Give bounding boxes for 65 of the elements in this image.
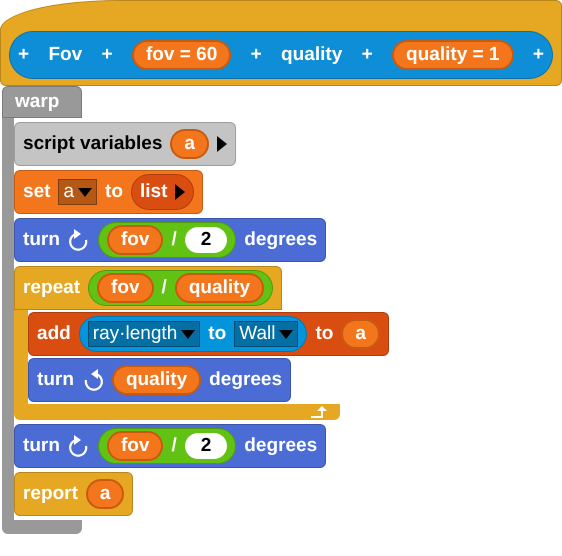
variable-reporter[interactable]: quality bbox=[112, 365, 202, 395]
parameter-pill[interactable]: quality = 1 bbox=[392, 40, 514, 70]
dropdown-arrow-icon bbox=[78, 188, 92, 196]
parameter-pill[interactable]: fov = 60 bbox=[132, 40, 232, 70]
number-slot[interactable]: 2 bbox=[184, 227, 228, 253]
dropdown-slot[interactable]: ray·length bbox=[88, 321, 200, 347]
variable-reporter[interactable]: fov bbox=[106, 431, 164, 461]
variable-reporter[interactable]: quality bbox=[174, 273, 264, 303]
block-label: / bbox=[171, 434, 177, 458]
block-label: report bbox=[23, 482, 78, 506]
variable-reporter[interactable]: a bbox=[341, 319, 380, 349]
reporter-block[interactable]: fov / quality bbox=[88, 270, 274, 306]
command-block[interactable]: turn fov / 2 degrees bbox=[14, 218, 326, 262]
block-label: repeat bbox=[23, 276, 80, 300]
expand-arrow-icon[interactable] bbox=[217, 136, 227, 152]
add-input-sign[interactable]: + bbox=[250, 40, 262, 70]
add-input-sign[interactable]: + bbox=[532, 40, 544, 70]
block-label: Fov bbox=[48, 42, 82, 67]
block-label: turn bbox=[37, 368, 74, 392]
add-input-sign[interactable]: + bbox=[18, 40, 30, 70]
block-label: to bbox=[105, 180, 123, 204]
reporter-block[interactable]: fov / 2 bbox=[98, 222, 236, 258]
block-label: set bbox=[23, 180, 50, 204]
variable-reporter[interactable]: fov bbox=[97, 273, 154, 303]
dropdown-arrow-icon bbox=[279, 330, 294, 338]
hat-block[interactable]: + Fov + fov = 60 + quality + quality = 1 + bbox=[0, 0, 562, 86]
block-prototype[interactable]: + Fov + fov = 60 + quality + quality = 1 + bbox=[9, 31, 553, 79]
command-block[interactable]: set a to list bbox=[14, 170, 204, 214]
block-label: to bbox=[208, 322, 226, 346]
block-label: to bbox=[315, 322, 334, 346]
dropdown-slot[interactable]: Wall bbox=[234, 321, 298, 347]
command-block[interactable]: add ray·length to Wall to a bbox=[28, 312, 389, 356]
variable-reporter[interactable]: fov bbox=[106, 225, 164, 255]
command-block[interactable]: repeat fov / quality bbox=[14, 266, 282, 310]
reporter-block[interactable]: fov / 2 bbox=[98, 428, 236, 464]
dropdown-arrow-icon bbox=[181, 330, 196, 338]
block-label: script variables bbox=[23, 132, 162, 156]
block-label: list bbox=[140, 180, 168, 204]
block-label: warp bbox=[15, 90, 60, 114]
dropdown-slot[interactable]: a bbox=[58, 179, 98, 205]
number-slot[interactable]: 2 bbox=[184, 433, 228, 459]
command-block[interactable]: report a bbox=[14, 472, 134, 516]
block-label: turn bbox=[23, 434, 60, 458]
variable-reporter[interactable]: a bbox=[170, 129, 209, 159]
block-label: add bbox=[37, 322, 71, 346]
reporter-block[interactable]: ray·length to Wall bbox=[78, 316, 308, 352]
reporter-block[interactable]: list bbox=[130, 174, 194, 210]
block-label: / bbox=[171, 228, 177, 252]
block-label: degrees bbox=[244, 434, 318, 458]
block-label: / bbox=[162, 276, 167, 300]
block-label: turn bbox=[23, 228, 60, 252]
variable-reporter[interactable]: a bbox=[86, 479, 124, 509]
block-label: degrees bbox=[244, 228, 318, 252]
command-block[interactable]: turn quality degrees bbox=[28, 358, 292, 402]
block-label: quality bbox=[281, 42, 342, 67]
block-label: degrees bbox=[209, 368, 282, 392]
clockwise-icon bbox=[68, 228, 90, 252]
clockwise-icon bbox=[68, 434, 90, 458]
command-block[interactable]: turn fov / 2 degrees bbox=[14, 424, 326, 468]
add-input-sign[interactable]: + bbox=[362, 40, 373, 70]
warp-block[interactable]: warp bbox=[2, 86, 82, 118]
add-input-sign[interactable]: + bbox=[102, 40, 113, 70]
command-block[interactable]: script variables a bbox=[14, 122, 236, 166]
counterclockwise-icon bbox=[82, 368, 104, 392]
expand-arrow-icon[interactable] bbox=[175, 184, 186, 200]
